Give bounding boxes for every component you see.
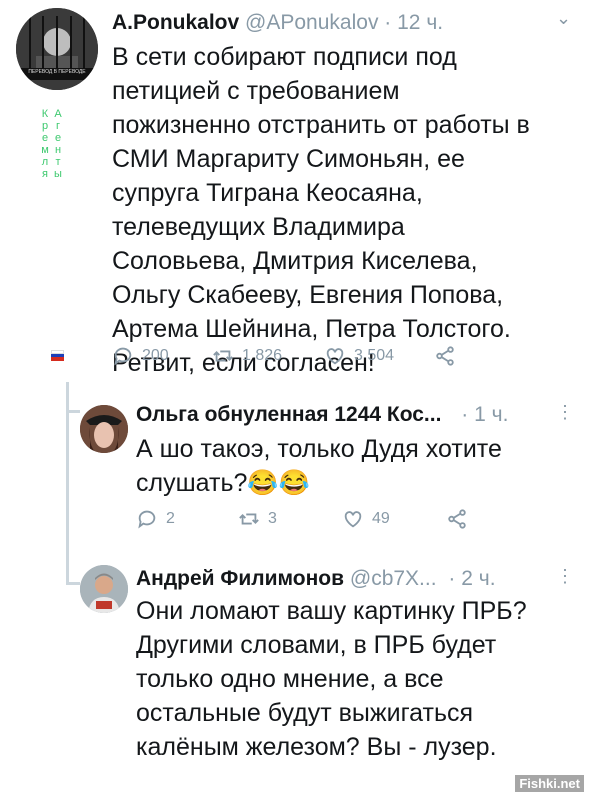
retweet-icon [213, 350, 233, 362]
share-icon [448, 509, 466, 529]
reply-button[interactable]: 2 [136, 508, 238, 530]
avatar[interactable]: ПЕРЕВОД В ПЕРЕВОДЕ [16, 8, 98, 90]
reply-count: 2 [166, 510, 175, 527]
reply-count: 200 [142, 347, 169, 364]
author-name[interactable]: A.Ponukalov [112, 11, 239, 34]
share-button[interactable] [434, 345, 456, 367]
chevron-down-icon[interactable]: ⋮ [556, 402, 574, 423]
tweet-header: Ольга обнуленная 1244 Кос... · 1 ч. [136, 402, 508, 428]
tweet-actions: 2 3 49 [136, 508, 506, 530]
chevron-down-icon[interactable]: ⌄ [556, 8, 571, 29]
avatar[interactable] [80, 405, 128, 453]
heart-icon [326, 348, 344, 365]
retweet-count: 3 [268, 510, 277, 527]
author-handle[interactable]: @APonukalov [245, 11, 378, 34]
heart-icon [344, 511, 362, 528]
like-count: 3 504 [354, 347, 395, 364]
russian-flag-icon [51, 350, 64, 361]
reply-icon [114, 347, 132, 366]
timestamp[interactable]: · 12 ч. [384, 11, 443, 34]
like-button[interactable]: 49 [342, 508, 446, 530]
author-handle[interactable]: @cb7X... [350, 567, 437, 590]
share-button[interactable] [446, 508, 468, 530]
thread-connector [66, 410, 80, 413]
retweet-button[interactable]: 3 [238, 508, 342, 530]
avatar[interactable] [80, 565, 128, 613]
watermark: Fishki.net [515, 775, 584, 792]
retweet-count: 1 826 [242, 347, 283, 364]
tweet-text: Они ломают вашу картинку ПРБ? Другими сл… [136, 597, 527, 761]
tweet-actions: 200 1 826 3 504 [112, 345, 502, 367]
tweet-text: В сети собирают подписи под петицией с т… [112, 43, 530, 377]
reply-icon [138, 510, 156, 529]
like-count: 49 [372, 510, 390, 527]
thread-connector [66, 582, 80, 585]
retweet-icon [239, 513, 259, 525]
timestamp[interactable]: · 1 ч. [461, 403, 508, 426]
timestamp[interactable]: · 2 ч. [448, 567, 495, 590]
tweet-text: А шо такоэ, только Дудя хотите слушать?😂… [136, 435, 502, 497]
tweet-header: Андрей Филимонов @cb7X... · 2 ч. [136, 566, 496, 592]
chevron-down-icon[interactable]: ⋮ [556, 566, 574, 587]
tweet-header: A.Ponukalov @APonukalov · 12 ч. [112, 10, 443, 36]
author-name[interactable]: Ольга обнуленная 1244 Кос... [136, 403, 441, 426]
avatar-caption: ПЕРЕВОД В ПЕРЕВОДЕ [28, 69, 86, 75]
author-name[interactable]: Андрей Филимонов [136, 567, 344, 590]
share-icon [436, 346, 454, 366]
like-button[interactable]: 3 504 [324, 345, 434, 367]
retweet-button[interactable]: 1 826 [212, 345, 324, 367]
vertical-caption: Агенты Кремля [39, 108, 64, 180]
reply-button[interactable]: 200 [112, 345, 212, 367]
